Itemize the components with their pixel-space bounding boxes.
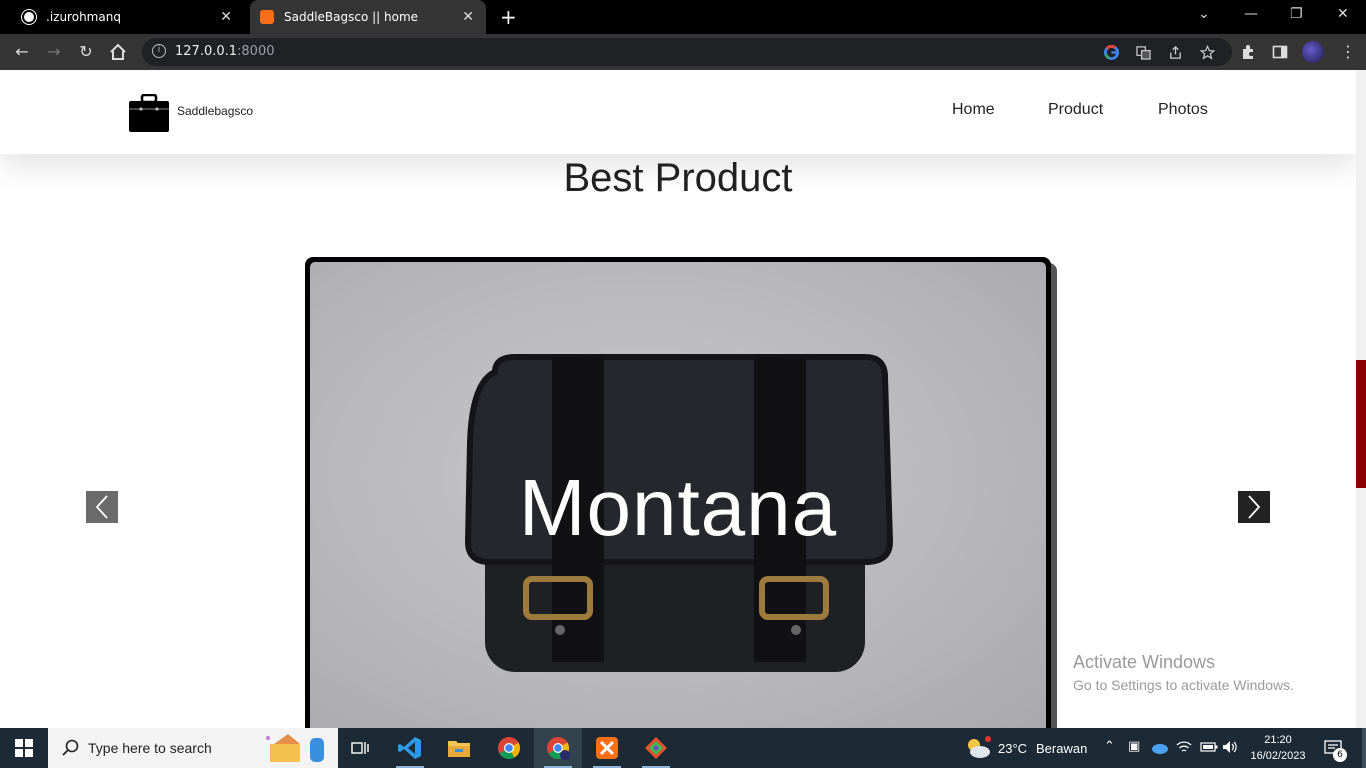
restore-button[interactable]: ❐: [1290, 6, 1303, 22]
chevron-left-icon: [95, 495, 108, 519]
task-view-icon: [351, 742, 369, 754]
vscode-taskbar-app[interactable]: [386, 728, 434, 768]
chevron-up-icon[interactable]: ⌃: [1104, 739, 1115, 754]
nav-photos[interactable]: Photos: [1158, 101, 1208, 119]
show-desktop-button[interactable]: [1362, 728, 1366, 768]
file-explorer-taskbar-app[interactable]: [435, 728, 483, 768]
chrome-icon: [547, 737, 570, 760]
scrollbar-thumb[interactable]: [1356, 360, 1366, 488]
xampp-icon: [260, 10, 274, 24]
tab-izurohmanq[interactable]: .izurohmanq ✕: [8, 0, 244, 34]
nav-home[interactable]: Home: [952, 101, 995, 119]
search-highlight-illustration: [260, 732, 332, 764]
start-button[interactable]: [0, 728, 48, 768]
chrome-icon: [498, 737, 520, 759]
bookmark-star-icon[interactable]: [1200, 45, 1215, 60]
search-icon: [62, 739, 79, 756]
briefcase-logo-icon[interactable]: [129, 94, 169, 132]
address-bar[interactable]: i 127.0.0.1:8000: [142, 38, 1232, 66]
close-tab-icon[interactable]: ✕: [220, 9, 232, 25]
taskbar-search[interactable]: Type here to search: [48, 728, 338, 768]
meet-now-icon[interactable]: ▣: [1128, 739, 1140, 754]
profile-avatar[interactable]: [1302, 41, 1324, 63]
clock-date: 16/02/2023: [1250, 750, 1306, 762]
carousel-prev-button[interactable]: [86, 491, 118, 523]
windows-logo-icon: [15, 739, 33, 757]
tab-title: .izurohmanq: [46, 10, 121, 24]
close-window-button[interactable]: ✕: [1337, 6, 1349, 22]
chrome-profile-taskbar-app[interactable]: [534, 728, 582, 768]
activate-windows-title: Activate Windows: [1073, 652, 1216, 672]
git-gui-icon: [645, 737, 667, 759]
weather-description[interactable]: Berawan: [1036, 741, 1087, 756]
reload-button[interactable]: ↻: [76, 42, 96, 61]
translate-icon[interactable]: [1136, 45, 1151, 60]
carousel-next-button[interactable]: [1238, 491, 1270, 523]
weather-cloudy-icon[interactable]: [964, 736, 992, 760]
new-tab-button[interactable]: +: [500, 5, 517, 29]
extensions-icon[interactable]: [1240, 44, 1256, 60]
tab-saddlebagsco[interactable]: SaddleBagsco || home ✕: [250, 0, 486, 34]
chevron-right-icon: [1248, 495, 1261, 519]
windows-taskbar: Type here to search 23°C Berawan ⌃ ▣ 21:…: [0, 728, 1366, 768]
xampp-taskbar-app[interactable]: [583, 728, 631, 768]
weather-temperature[interactable]: 23°C: [998, 741, 1027, 756]
git-taskbar-app[interactable]: [632, 728, 680, 768]
close-tab-icon[interactable]: ✕: [462, 9, 474, 25]
onedrive-cloud-icon[interactable]: [1150, 742, 1168, 754]
page-scrollbar[interactable]: [1356, 70, 1366, 728]
volume-icon[interactable]: [1222, 740, 1238, 754]
browser-tab-strip: .izurohmanq ✕ SaddleBagsco || home ✕ + ⌄…: [0, 0, 1366, 34]
section-title: Best Product: [563, 156, 793, 200]
product-image: Montana: [310, 262, 1046, 728]
home-icon[interactable]: [108, 43, 128, 61]
task-view-button[interactable]: [336, 728, 384, 768]
activate-windows-subtitle: Go to Settings to activate Windows.: [1073, 677, 1294, 693]
folder-icon: [448, 741, 470, 757]
web-page: Saddlebagsco Home Product Photos Best Pr…: [0, 70, 1356, 728]
site-info-icon[interactable]: i: [152, 44, 166, 58]
slide-title: Montana: [518, 463, 838, 552]
minimize-button[interactable]: —: [1244, 6, 1258, 22]
clock-time: 21:20: [1264, 734, 1292, 746]
browser-toolbar: ← → ↻ i 127.0.0.1:8000 ⋮: [0, 34, 1366, 70]
tab-search-icon[interactable]: ⌄: [1198, 6, 1210, 22]
brand-name[interactable]: Saddlebagsco: [177, 104, 253, 118]
share-icon[interactable]: [1168, 45, 1183, 60]
back-button[interactable]: ←: [12, 42, 32, 61]
xampp-icon: [596, 737, 618, 759]
side-panel-icon[interactable]: [1272, 44, 1288, 60]
menu-kebab-icon[interactable]: ⋮: [1340, 42, 1356, 61]
search-placeholder: Type here to search: [88, 740, 212, 756]
nav-product[interactable]: Product: [1048, 101, 1103, 119]
google-icon[interactable]: [1104, 45, 1119, 60]
battery-icon[interactable]: [1200, 742, 1218, 752]
notification-count-badge: 6: [1333, 748, 1347, 762]
product-carousel-card: Montana: [305, 257, 1051, 728]
site-navbar: Saddlebagsco Home Product Photos: [0, 70, 1356, 154]
url-text: 127.0.0.1:8000: [175, 44, 275, 59]
forward-button[interactable]: →: [44, 42, 64, 61]
vscode-icon: [398, 737, 421, 759]
chrome-taskbar-app[interactable]: [485, 728, 533, 768]
globe-icon: [22, 10, 36, 24]
tab-title: SaddleBagsco || home: [284, 10, 419, 24]
taskbar-clock[interactable]: 21:20 16/02/2023: [1250, 732, 1306, 764]
wifi-icon[interactable]: [1176, 740, 1192, 754]
